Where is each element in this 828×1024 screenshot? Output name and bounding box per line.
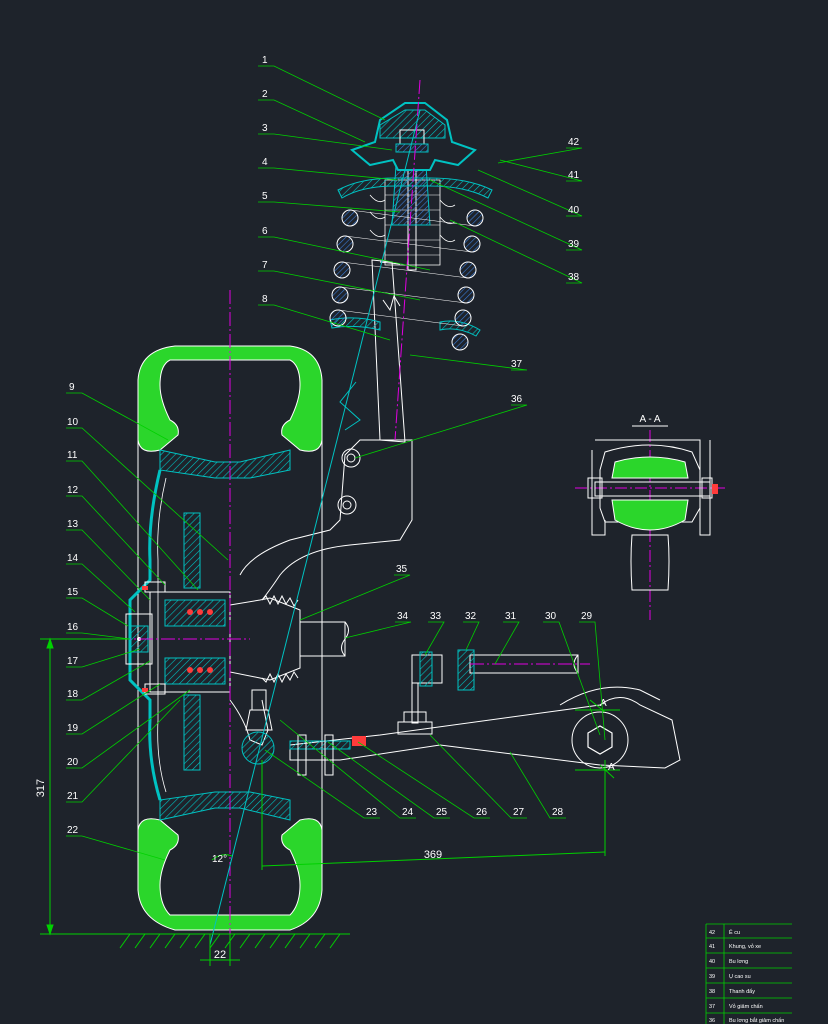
callout-24: 24 xyxy=(402,807,414,818)
dimensions xyxy=(40,637,620,966)
callout-26: 26 xyxy=(476,807,488,818)
parts-table-no: 38 xyxy=(709,989,715,995)
callout-27: 27 xyxy=(513,807,525,818)
section-a-a-label: A - A xyxy=(639,414,660,425)
callout-1: 1 xyxy=(262,55,268,66)
callout-11: 11 xyxy=(67,450,78,461)
callout-34: 34 xyxy=(397,611,409,622)
parts-table-no: 36 xyxy=(709,1018,715,1024)
callout-20: 20 xyxy=(67,757,79,768)
parts-table-no: 37 xyxy=(709,1004,715,1010)
callout-14: 14 xyxy=(67,553,79,564)
callout-3: 3 xyxy=(262,123,268,134)
callout-41: 41 xyxy=(568,170,580,181)
callout-30: 30 xyxy=(545,611,557,622)
section-mark-a-bottom: A xyxy=(608,762,615,773)
parts-table-row: 40 Bu lơng xyxy=(709,959,748,965)
parts-table-name: Ê cu xyxy=(729,928,740,936)
callout-2: 2 xyxy=(262,89,268,100)
parts-table: 42 Ê cu 41 Khung, vỏ xe 40 Bu lơng 39 Ụ … xyxy=(705,923,792,1024)
callout-36: 36 xyxy=(511,394,523,405)
callout-15: 15 xyxy=(67,587,79,598)
callout-25: 25 xyxy=(436,807,448,818)
callout-42: 42 xyxy=(568,137,580,148)
callout-6: 6 xyxy=(262,226,268,237)
parts-table-row: 38 Thanh đẩy xyxy=(709,988,755,995)
callout-12: 12 xyxy=(67,485,79,496)
callout-18: 18 xyxy=(67,689,79,700)
callout-37: 37 xyxy=(511,359,523,370)
callout-19: 19 xyxy=(67,723,79,734)
parts-table-name: Khung, vỏ xe xyxy=(729,943,761,950)
callout-5: 5 xyxy=(262,191,268,202)
brake-disc xyxy=(183,512,201,771)
cv-joint-boot xyxy=(229,594,349,684)
parts-table-row: 41 Khung, vỏ xe xyxy=(709,943,761,950)
parts-table-row: 37 Vỏ giảm chấn xyxy=(709,1003,763,1010)
callout-4: 4 xyxy=(262,157,268,168)
ground-line xyxy=(119,933,350,949)
parts-table-row: 36 Bu lơng bắt giảm chấn xyxy=(709,1017,784,1024)
callout-35: 35 xyxy=(396,564,408,575)
parts-table-name: Vỏ giảm chấn xyxy=(729,1003,763,1010)
parts-table-no: 40 xyxy=(709,959,715,965)
parts-table-no: 42 xyxy=(709,930,715,936)
callout-31: 31 xyxy=(505,611,517,622)
parts-table-no: 39 xyxy=(709,974,715,980)
dimension-offset: 22 xyxy=(214,949,226,961)
callout-13: 13 xyxy=(67,519,79,530)
steering-knuckle xyxy=(229,439,413,746)
callout-16: 16 xyxy=(67,622,79,633)
callout-32: 32 xyxy=(465,611,477,622)
callout-8: 8 xyxy=(262,294,268,305)
dimension-span: 369 xyxy=(424,849,442,861)
wheel-rim xyxy=(128,449,291,821)
parts-table-row: 42 Ê cu xyxy=(709,928,740,936)
callout-33: 33 xyxy=(430,611,442,622)
dimension-angle: 12° xyxy=(212,854,227,865)
section-a-a: A - A xyxy=(575,414,725,620)
dimension-height: 317 xyxy=(35,779,47,797)
parts-table-name: Thanh đẩy xyxy=(729,988,755,995)
wheel-hub xyxy=(125,581,231,695)
stabilizer-bar xyxy=(397,649,579,735)
parts-table-row: 39 Ụ cao su xyxy=(709,974,751,980)
parts-table-no: 41 xyxy=(709,944,715,950)
callout-29: 29 xyxy=(581,611,593,622)
callout-22: 22 xyxy=(67,825,79,836)
callout-9: 9 xyxy=(69,382,75,393)
callout-10: 10 xyxy=(67,417,79,428)
parts-table-name: Bu lơng xyxy=(729,959,748,965)
callout-17: 17 xyxy=(67,656,79,667)
callout-28: 28 xyxy=(552,807,564,818)
callout-7: 7 xyxy=(262,260,268,271)
section-mark-a-top: A xyxy=(600,698,607,709)
callout-21: 21 xyxy=(67,791,79,802)
callout-23: 23 xyxy=(366,807,378,818)
suspension-assembly-drawing: A - A 317 369 22 12° A A 1 2 3 4 5 6 7 8… xyxy=(35,55,792,1024)
callout-38: 38 xyxy=(568,272,580,283)
strut-assembly xyxy=(329,102,493,443)
parts-table-name: Ụ cao su xyxy=(729,974,751,980)
parts-table-name: Bu lơng bắt giảm chấn xyxy=(729,1017,784,1024)
callout-40: 40 xyxy=(568,205,580,216)
callout-39: 39 xyxy=(568,239,580,250)
